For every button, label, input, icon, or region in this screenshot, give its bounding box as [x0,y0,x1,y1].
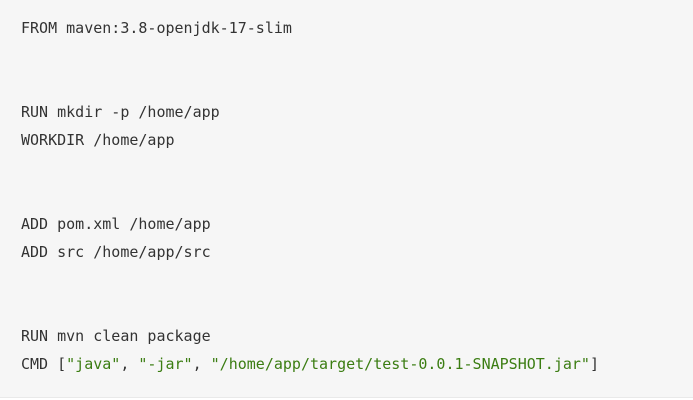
code-line-run-mkdir: RUN mkdir -p /home/app [21,103,220,121]
cmd-keyword: CMD [21,355,58,373]
string-literal: "java" [66,355,121,373]
string-literal: "/home/app/target/test-0.0.1-SNAPSHOT.ja… [210,355,590,373]
code-line-workdir: WORKDIR /home/app [21,131,175,149]
separator: , [192,355,211,373]
code-block: FROM maven:3.8-openjdk-17-slim RUN mkdir… [0,0,693,398]
code-line-from: FROM maven:3.8-openjdk-17-slim [21,19,292,37]
code-line-run-mvn: RUN mvn clean package [21,327,211,345]
close-bracket: ] [589,355,599,373]
code-line-add-pom: ADD pom.xml /home/app [21,215,211,233]
code-line-add-src: ADD src /home/app/src [21,243,211,261]
open-bracket: [ [57,355,67,373]
code-line-cmd: CMD ["java", "-jar", "/home/app/target/t… [21,350,693,378]
separator: , [120,355,139,373]
string-literal: "-jar" [138,355,193,373]
